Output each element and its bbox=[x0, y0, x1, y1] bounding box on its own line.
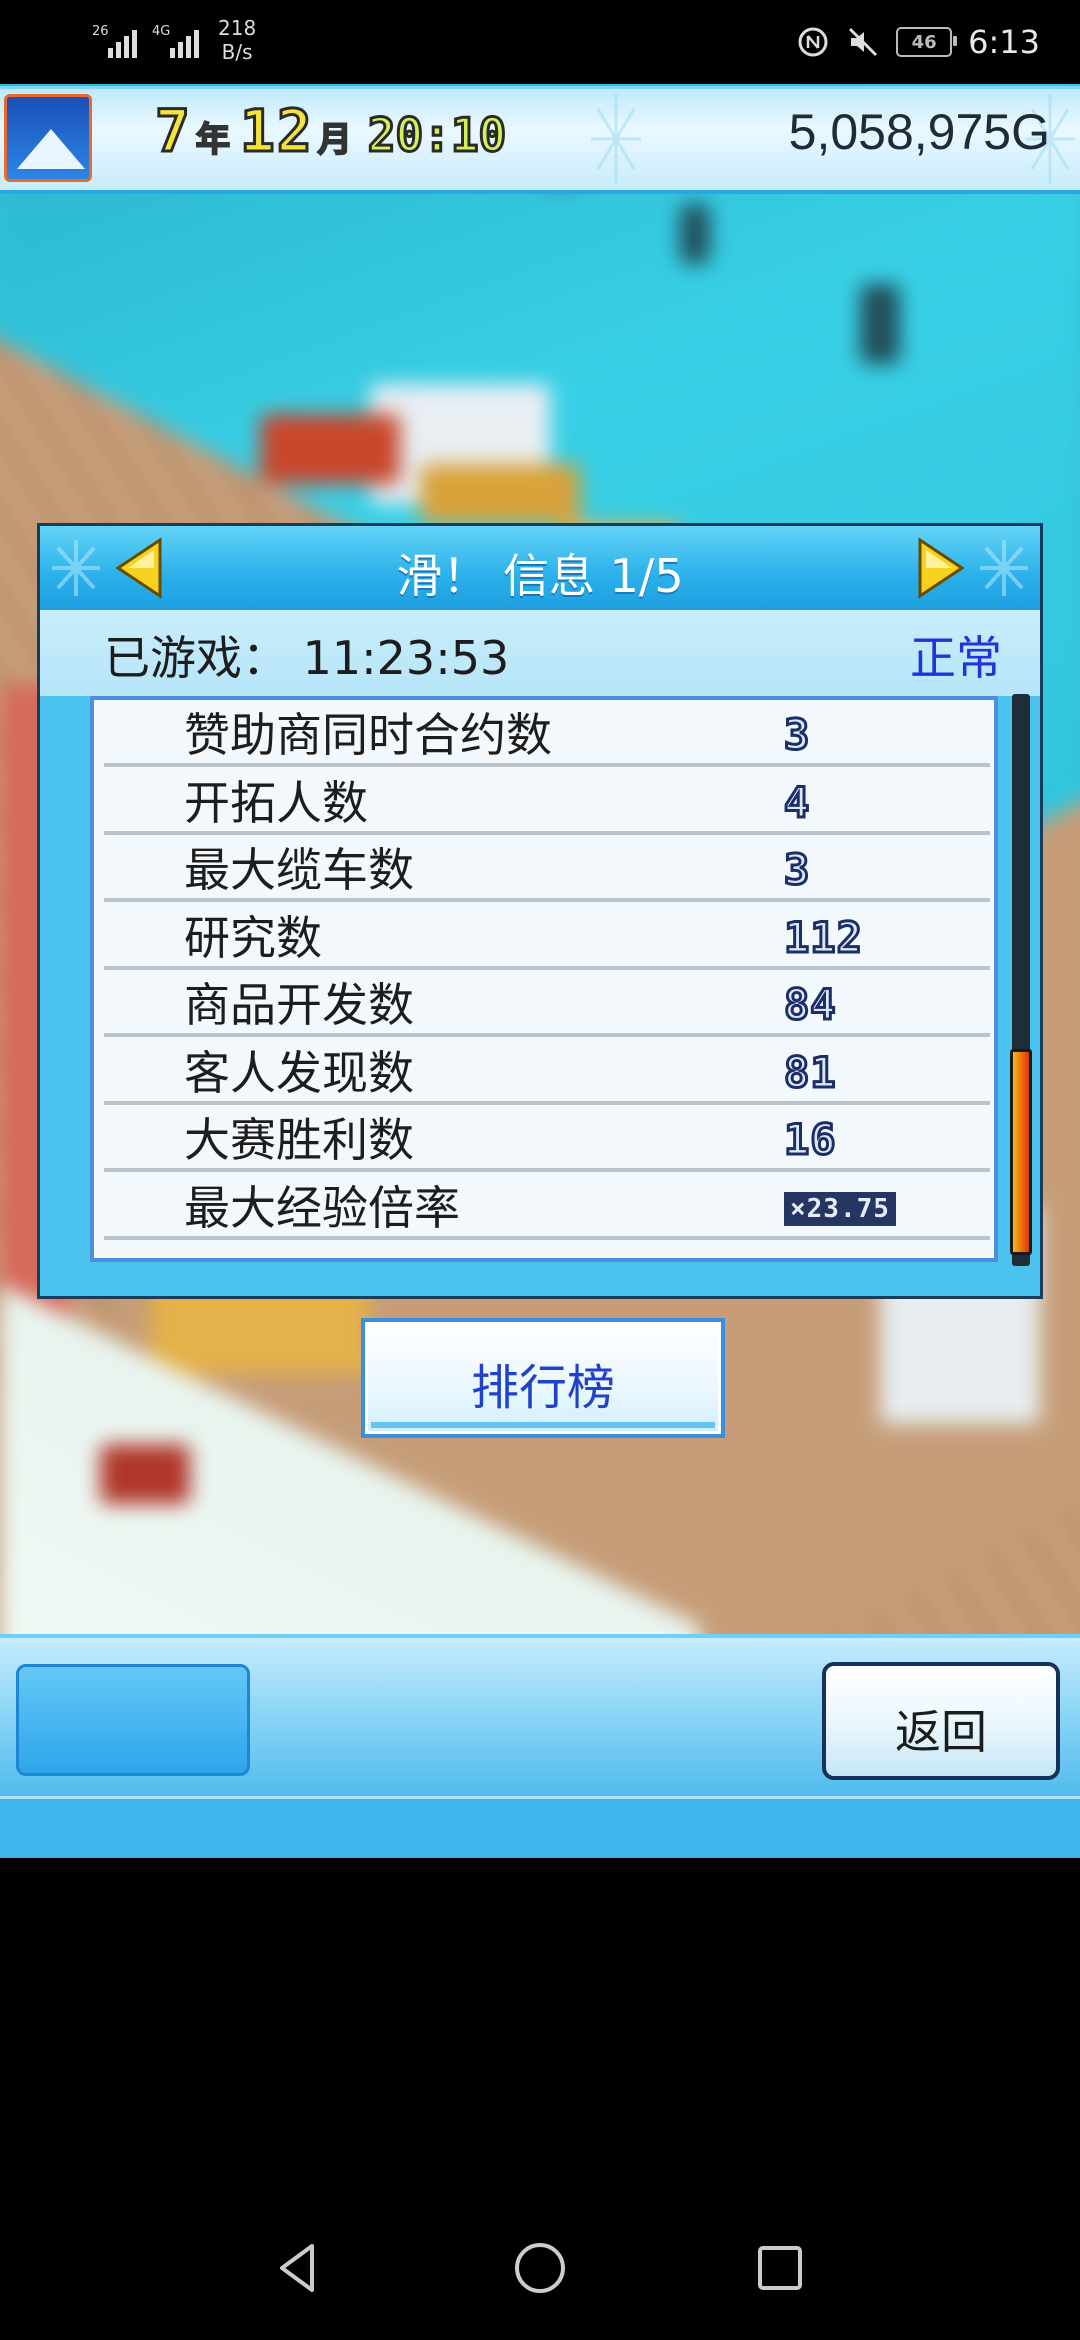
stat-row: 研究数 112 bbox=[104, 903, 990, 970]
circle-home-icon bbox=[515, 2243, 565, 2293]
info-panel: 滑！ 信息 1/5 已游戏： 11:23:53 正常 赞助商同时合约数 3 开拓人数… bbox=[37, 523, 1043, 1299]
network-speed-value: 218 bbox=[218, 16, 257, 40]
stat-value: 4 bbox=[782, 776, 811, 828]
playtime: 已游戏： 11:23:53 bbox=[104, 622, 509, 688]
nav-home-button[interactable] bbox=[508, 2236, 572, 2300]
snowflake-icon bbox=[591, 94, 641, 184]
playtime-label: 已游戏： bbox=[104, 631, 288, 685]
stat-value: ×23.75 bbox=[784, 1191, 896, 1226]
game-date: 7 年 12 月 20:10 bbox=[154, 96, 508, 187]
nav-back-button[interactable] bbox=[268, 2236, 332, 2300]
stat-label: 大赛胜利数 bbox=[184, 1113, 414, 1167]
back-button-label: 返回 bbox=[895, 1705, 987, 1759]
money-display: 5,058,975G bbox=[788, 104, 1050, 160]
network-speed: 218 B/s bbox=[218, 16, 256, 64]
ranking-button[interactable]: 排行榜 bbox=[361, 1318, 725, 1438]
stat-label: 赞助商同时合约数 bbox=[184, 708, 552, 762]
scrollbar[interactable] bbox=[1010, 694, 1032, 1266]
clock: 6:13 bbox=[968, 23, 1040, 61]
stats-list[interactable]: 赞助商同时合约数 3 开拓人数 4 最大缆车数 3 研究数 112 商品开发数 84 客人发现数 81… bbox=[90, 696, 998, 1262]
resort-avatar-icon[interactable] bbox=[4, 94, 92, 182]
month-value: 12 bbox=[238, 96, 314, 167]
stat-label: 最大经验倍率 bbox=[184, 1180, 460, 1235]
stat-value: 3 bbox=[782, 844, 811, 896]
playtime-row: 已游戏： 11:23:53 正常 bbox=[40, 610, 1040, 696]
nav-recents-button[interactable] bbox=[748, 2236, 812, 2300]
nfc-icon bbox=[796, 25, 830, 59]
system-nav-bar bbox=[0, 2200, 1080, 2340]
scroll-thumb[interactable] bbox=[1010, 1049, 1032, 1255]
stat-value: 16 bbox=[783, 1114, 838, 1166]
stat-row: 最大经验倍率 ×23.75 bbox=[104, 1173, 990, 1240]
back-button[interactable]: 返回 bbox=[822, 1662, 1060, 1780]
stat-label: 商品开发数 bbox=[184, 978, 414, 1032]
arrow-right-icon bbox=[918, 537, 965, 599]
stat-label: 最大缆车数 bbox=[184, 843, 414, 897]
stat-row: 最大缆车数 3 bbox=[104, 835, 990, 902]
stat-row: 大赛胜利数 16 bbox=[104, 1105, 990, 1172]
empty-action-button[interactable] bbox=[16, 1664, 250, 1776]
stat-row: 赞助商同时合约数 3 bbox=[104, 700, 990, 767]
square-recents-icon bbox=[758, 2246, 802, 2290]
status-bar: 26 4G 218 B/s 46 6:13 bbox=[0, 0, 1080, 84]
network-type-label: 4G bbox=[152, 24, 171, 39]
stat-label: 客人发现数 bbox=[184, 1045, 414, 1100]
difficulty-mode: 正常 bbox=[910, 631, 1002, 685]
month-unit: 月 bbox=[317, 119, 353, 161]
top-hud: 7 年 12 月 20:10 5,058,975G bbox=[0, 86, 1080, 194]
stat-value: 84 bbox=[783, 979, 838, 1031]
stat-label: 研究数 bbox=[184, 910, 322, 965]
stat-value: 3 bbox=[782, 709, 811, 761]
playtime-value: 11:23:53 bbox=[302, 631, 510, 685]
next-page-button[interactable] bbox=[910, 536, 970, 600]
bottom-strip bbox=[0, 1796, 1080, 1857]
ranking-button-label: 排行榜 bbox=[470, 1360, 615, 1416]
network-speed-unit: B/s bbox=[221, 40, 253, 64]
panel-header: 滑！ 信息 1/5 bbox=[40, 526, 1040, 613]
stat-value: 112 bbox=[783, 911, 864, 963]
stat-value: 81 bbox=[783, 1046, 838, 1098]
panel-title: 滑！ 信息 1/5 bbox=[396, 549, 684, 603]
stat-label: 开拓人数 bbox=[184, 775, 368, 830]
stat-row: 开拓人数 4 bbox=[104, 768, 990, 835]
game-time: 20:10 bbox=[366, 107, 507, 164]
signal-icon: 4G bbox=[152, 22, 204, 58]
battery-level: 46 bbox=[911, 31, 937, 53]
year-unit: 年 bbox=[195, 119, 231, 161]
stat-row: 商品开发数 84 bbox=[104, 970, 990, 1037]
year-value: 7 bbox=[154, 96, 192, 167]
signal-icon: 26 bbox=[92, 22, 142, 58]
triangle-back-icon bbox=[280, 2244, 314, 2292]
battery-icon: 46 bbox=[896, 27, 958, 57]
signal-label: 26 bbox=[92, 24, 109, 39]
stat-row: 客人发现数 81 bbox=[104, 1038, 990, 1105]
mute-icon bbox=[846, 25, 880, 59]
